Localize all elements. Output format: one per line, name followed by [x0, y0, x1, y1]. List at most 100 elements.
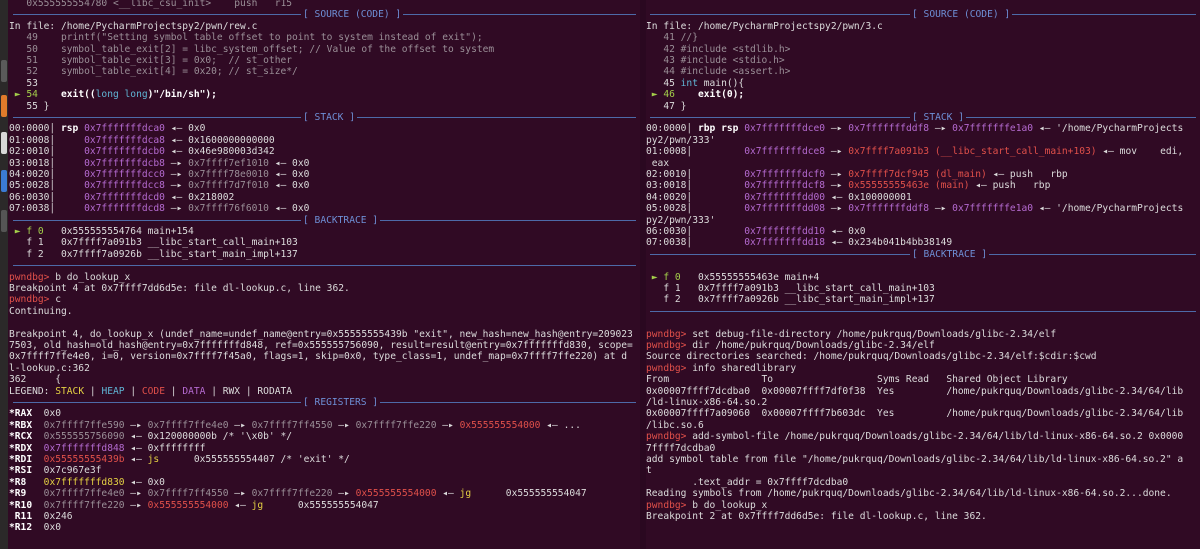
- dock-app-icon[interactable]: [1, 60, 7, 82]
- terminal-text: f 1 0x7ffff7a091b3 __libc_start_call_mai…: [646, 283, 935, 294]
- section-separator: [ STACK ]: [650, 112, 1196, 123]
- terminal-text: ◂— 0x0: [164, 123, 206, 135]
- terminal-line: In file: /home/PycharmProjectspy2/pwn/3.…: [646, 21, 1200, 32]
- terminal-text: ◂— 0x0: [268, 157, 310, 169]
- terminal-text: 0x7c967e3f: [37, 465, 102, 477]
- terminal-text: 49 printf("Setting symbol table offset t…: [9, 32, 483, 44]
- terminal-line: *R12 0x0: [9, 522, 640, 533]
- app-dock: [0, 0, 8, 549]
- terminal-line: 55 }: [9, 101, 640, 112]
- terminal-text: pwndbg>: [646, 362, 693, 374]
- terminal-text: 06:0030│: [9, 191, 85, 203]
- section-title: [ SOURCE (CODE) ]: [910, 9, 1013, 21]
- terminal-text: 0x0: [37, 408, 61, 420]
- terminal-line: add symbol table from file "/home/pukrqu…: [646, 454, 1200, 465]
- terminal-pane-right[interactable]: [ SOURCE (CODE) ] In file: /home/PycharmP…: [646, 0, 1200, 549]
- terminal-line: ► 46 exit(0);: [646, 89, 1200, 100]
- section-separator: [ REGISTERS ]: [13, 397, 636, 408]
- terminal-text: exit(0);: [674, 89, 745, 101]
- terminal-text: pwndbg>: [646, 499, 693, 511]
- terminal-text: *RAX: [9, 408, 38, 420]
- terminal-text: 0x246: [37, 511, 73, 522]
- terminal-pane-left[interactable]: 0x555555554780 <__libc_csu_init> push r1…: [9, 0, 640, 549]
- dock-app-icon[interactable]: [1, 132, 7, 154]
- terminal-text: int: [680, 77, 698, 89]
- terminal-text: /ld-linux-x86-64.so.2: [646, 397, 768, 408]
- terminal-text: 0x7ffff78e0010: [188, 169, 269, 180]
- terminal-text: 0x7ffff7ff4550: [147, 488, 229, 500]
- terminal-text: 0x7fffffffdd00: [744, 191, 826, 203]
- terminal-text: dir /home/pukrquq/Downloads/glibc-2.34/e…: [692, 340, 935, 351]
- terminal-text: DATA: [182, 385, 206, 397]
- terminal-text: 0x7fffffffdcf0: [744, 169, 826, 180]
- terminal-text: —▸: [124, 419, 148, 431]
- terminal-text: 0x7ffff7ffe590: [37, 419, 125, 431]
- terminal-text: Breakpoint 2 at 0x7ffff7dd6d5e: file dl-…: [646, 511, 987, 522]
- terminal-text: HEAP: [101, 385, 125, 397]
- terminal-text: —▸: [825, 146, 849, 158]
- terminal-text: f 1 0x7ffff7a091b3 __libc_start_call_mai…: [9, 237, 298, 249]
- terminal-line: t: [646, 465, 1200, 476]
- terminal-text: 0x555555554047: [471, 488, 587, 500]
- terminal-line: 49 printf("Setting symbol table offset t…: [9, 32, 640, 43]
- terminal-text: 02:0010│: [9, 146, 85, 158]
- terminal-text: RWX: [222, 385, 241, 397]
- dock-app-icon[interactable]: [1, 210, 7, 232]
- terminal-text: 0x7ffff7ffe220: [37, 499, 125, 511]
- terminal-line: *R8 0x7fffffffd830 ◂— 0x0: [9, 477, 640, 488]
- terminal-text: 0x7fffffffdd08: [744, 203, 826, 215]
- terminal-text: exit((: [37, 89, 96, 101]
- terminal-text: 0x7fffffffdcd0: [84, 191, 165, 203]
- dock-app-icon[interactable]: [1, 95, 7, 117]
- terminal-line: *RSI 0x7c967e3f: [9, 465, 640, 476]
- terminal-text: 0x7ffff7ffe4e0, i=0, version=0x7ffff7f45…: [9, 351, 628, 363]
- terminal-text: ◂—: [436, 488, 460, 500]
- terminal-text: 04:0020│: [646, 191, 745, 203]
- terminal-text: js: [147, 454, 160, 465]
- terminal-text: 07:0038│: [9, 203, 85, 215]
- terminal-line: 47 }: [646, 101, 1200, 112]
- terminal-text: LEGEND:: [9, 385, 56, 397]
- terminal-text: 7503, old_hash=old_hash@entry=0x7fffffff…: [9, 340, 633, 351]
- terminal-line: pwndbg> add-symbol-file /home/pukrquq/Do…: [646, 431, 1200, 442]
- terminal-text: l-lookup.c:362: [9, 362, 90, 374]
- terminal-text: 03:0018│: [9, 157, 85, 169]
- terminal-line: ► f 0 0x55555555463e main+4: [646, 272, 1200, 283]
- terminal-text: —▸: [332, 488, 356, 500]
- terminal-text: add symbol table from file "/home/pukrqu…: [646, 454, 1184, 465]
- terminal-text: c: [55, 294, 61, 306]
- section-title: [ REGISTERS ]: [301, 397, 381, 408]
- terminal-line: f 2 0x7ffff7a0926b __libc_start_main_imp…: [646, 294, 1200, 305]
- terminal-text: Breakpoint 4, do_lookup_x (undef_name=un…: [9, 328, 633, 340]
- terminal-text: 0x555555554764 main+154: [60, 226, 194, 237]
- terminal-text: ◂— 0x0: [268, 169, 310, 180]
- terminal-text: —▸: [228, 419, 252, 431]
- terminal-line: Breakpoint 4 at 0x7ffff7dd6d5e: file dl-…: [9, 283, 640, 294]
- terminal-text: 0x7fffffffe1a0: [952, 203, 1034, 215]
- section-separator: [13, 260, 636, 271]
- terminal-text: Source directories searched: /home/pukrq…: [646, 351, 1097, 363]
- terminal-line: From To Syms Read Shared Object Library: [646, 374, 1200, 385]
- terminal-text: Reading symbols from /home/pukrquq/Downl…: [646, 488, 1172, 500]
- terminal-line: 00:0000│ rbp rsp 0x7fffffffdce0 —▸ 0x7ff…: [646, 123, 1200, 134]
- terminal-text: pwndbg>: [646, 431, 693, 443]
- terminal-text: 0x7ffff7ffe4e0: [37, 488, 125, 500]
- terminal-line: pwndbg> dir /home/pukrquq/Downloads/glib…: [646, 340, 1200, 351]
- terminal-text: ◂— 0x100000001: [825, 191, 912, 203]
- terminal-text: py2/pwn/333': [646, 214, 716, 226]
- dock-app-icon[interactable]: [1, 170, 7, 192]
- terminal-text: b do_lookup_x: [55, 271, 131, 283]
- terminal-text: 0x7ffff7ffe220: [355, 419, 437, 431]
- terminal-text: 0x7fffffffdcb8: [84, 157, 165, 169]
- terminal-line: LEGEND: STACK | HEAP | CODE | DATA | RWX…: [9, 386, 640, 397]
- terminal-text: 0x0: [37, 522, 61, 534]
- terminal-text: ◂— 0x218002: [164, 191, 235, 203]
- terminal-line: 0x7ffff7ffe4e0, i=0, version=0x7ffff7f45…: [9, 351, 640, 362]
- terminal-line: /ld-linux-x86-64.so.2: [646, 397, 1200, 408]
- section-title: [ SOURCE (CODE) ]: [301, 9, 404, 21]
- terminal-text: 07:0038│: [646, 237, 745, 249]
- terminal-text: 05:0028│: [9, 180, 85, 192]
- terminal-text: ◂— 0x234b041b4bb38149: [825, 237, 953, 249]
